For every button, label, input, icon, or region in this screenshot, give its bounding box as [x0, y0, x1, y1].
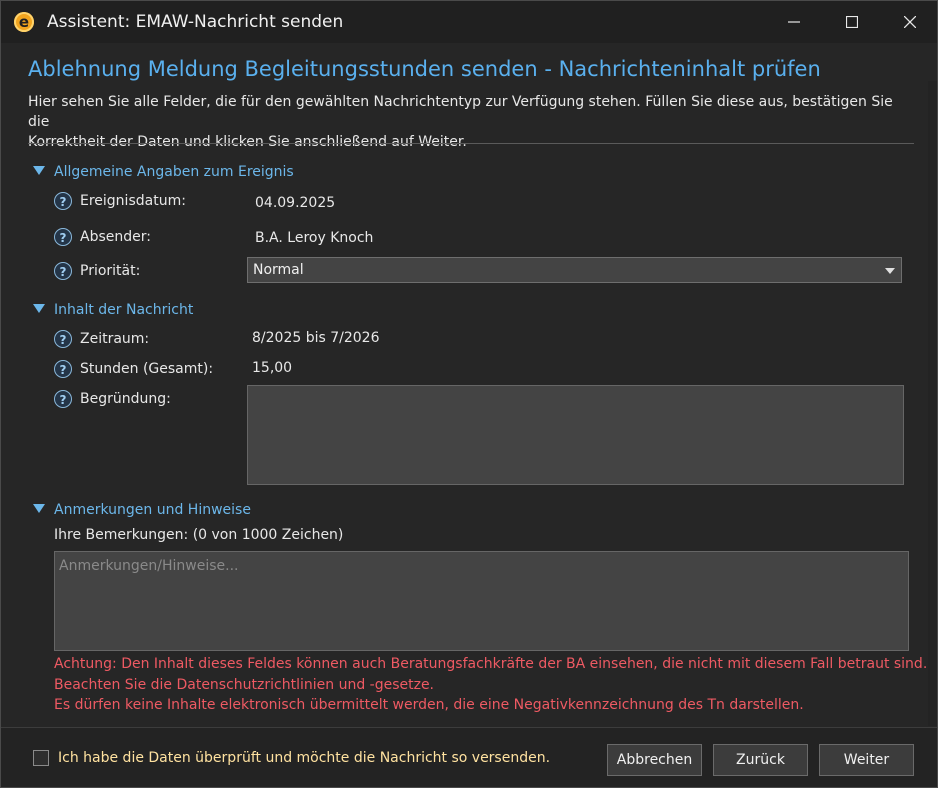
title-bar: e Assistent: EMAW-Nachricht senden — [1, 1, 937, 43]
window-title: Assistent: EMAW-Nachricht senden — [47, 12, 344, 32]
remarks-textarea[interactable]: Anmerkungen/Hinweise... — [54, 551, 909, 651]
close-icon — [903, 15, 917, 29]
section-title: Anmerkungen und Hinweise — [54, 502, 251, 518]
section-title: Allgemeine Angaben zum Ereignis — [54, 164, 294, 180]
maximize-button[interactable] — [823, 1, 881, 43]
event-date-label: Ereignisdatum: — [80, 193, 186, 209]
confirm-checkbox[interactable] — [33, 750, 49, 766]
collapse-triangle-icon — [33, 166, 45, 175]
wizard-window: e Assistent: EMAW-Nachricht senden Ableh… — [0, 0, 938, 788]
vertical-scrollbar[interactable] — [928, 81, 937, 726]
section-remarks-toggle[interactable]: Anmerkungen und Hinweise — [33, 502, 251, 522]
reason-textarea[interactable] — [247, 385, 904, 485]
priority-selected-value: Normal — [253, 262, 304, 278]
cancel-button[interactable]: Abbrechen — [607, 744, 702, 776]
collapse-triangle-icon — [33, 504, 45, 513]
hours-label: Stunden (Gesamt): — [80, 361, 214, 377]
warning-text: Achtung: Den Inhalt dieses Feldes können… — [54, 656, 926, 672]
help-icon[interactable]: ? — [54, 262, 72, 280]
section-general-toggle[interactable]: Allgemeine Angaben zum Ereignis — [33, 164, 294, 184]
close-button[interactable] — [881, 1, 937, 43]
page-title: Ablehnung Meldung Begleitungsstunden sen… — [28, 57, 821, 81]
help-icon[interactable]: ? — [54, 228, 72, 246]
help-icon[interactable]: ? — [54, 192, 72, 210]
sender-label: Absender: — [80, 229, 151, 245]
period-label: Zeitraum: — [80, 331, 150, 347]
minimize-icon — [788, 21, 800, 23]
event-date-value: 04.09.2025 — [255, 195, 336, 211]
sender-value: B.A. Leroy Knoch — [255, 230, 374, 246]
description-line: Hier sehen Sie alle Felder, die für den … — [28, 94, 893, 130]
header-divider — [28, 143, 914, 144]
back-button[interactable]: Zurück — [713, 744, 808, 776]
help-icon[interactable]: ? — [54, 360, 72, 378]
remarks-placeholder: Anmerkungen/Hinweise... — [59, 558, 239, 574]
help-icon[interactable]: ? — [54, 330, 72, 348]
confirm-checkbox-label[interactable]: Ich habe die Daten überprüft und möchte … — [58, 750, 550, 766]
form-content: Allgemeine Angaben zum Ereignis ? Ereign… — [1, 145, 926, 726]
collapse-triangle-icon — [33, 304, 45, 313]
help-icon[interactable]: ? — [54, 390, 72, 408]
app-logo-icon: e — [14, 12, 34, 32]
maximize-icon — [845, 15, 859, 29]
minimize-button[interactable] — [765, 1, 823, 43]
period-value: 8/2025 bis 7/2026 — [252, 330, 380, 346]
priority-label: Priorität: — [80, 263, 141, 279]
next-button[interactable]: Weiter — [819, 744, 914, 776]
warning-text: Beachten Sie die Datenschutzrichtlinien … — [54, 677, 435, 693]
warning-text: Es dürfen keine Inhalte elektronisch übe… — [54, 697, 804, 713]
section-title: Inhalt der Nachricht — [54, 302, 194, 318]
section-content-toggle[interactable]: Inhalt der Nachricht — [33, 302, 193, 322]
hours-value: 15,00 — [252, 360, 293, 376]
priority-select[interactable]: Normal — [247, 257, 902, 283]
chevron-down-icon — [885, 268, 895, 274]
reason-label: Begründung: — [80, 391, 171, 407]
remarks-label: Ihre Bemerkungen: (0 von 1000 Zeichen) — [54, 527, 344, 543]
footer-bar: Ich habe die Daten überprüft und möchte … — [1, 727, 937, 787]
